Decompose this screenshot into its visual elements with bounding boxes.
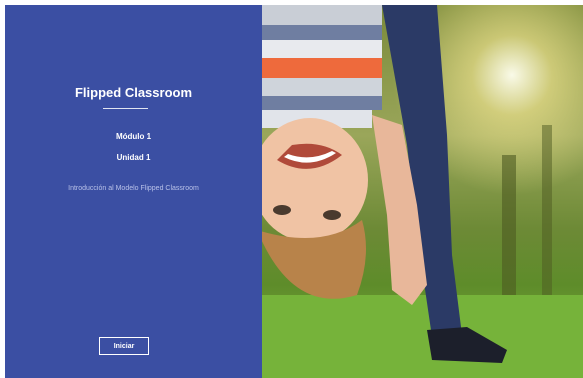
unit-label: Unidad 1 xyxy=(116,153,151,162)
hero-image xyxy=(262,5,583,378)
title-divider xyxy=(103,108,148,109)
start-button[interactable]: Iniciar xyxy=(99,337,149,355)
child-upside-down-photo-icon xyxy=(262,5,583,378)
intro-panel: Flipped Classroom Módulo 1 Unidad 1 Intr… xyxy=(5,5,262,378)
slide-frame: Flipped Classroom Módulo 1 Unidad 1 Intr… xyxy=(5,5,583,378)
course-title: Flipped Classroom xyxy=(74,85,193,100)
intro-text: Introducción al Modelo Flipped Classroom xyxy=(68,185,199,192)
module-label: Módulo 1 xyxy=(115,132,152,141)
